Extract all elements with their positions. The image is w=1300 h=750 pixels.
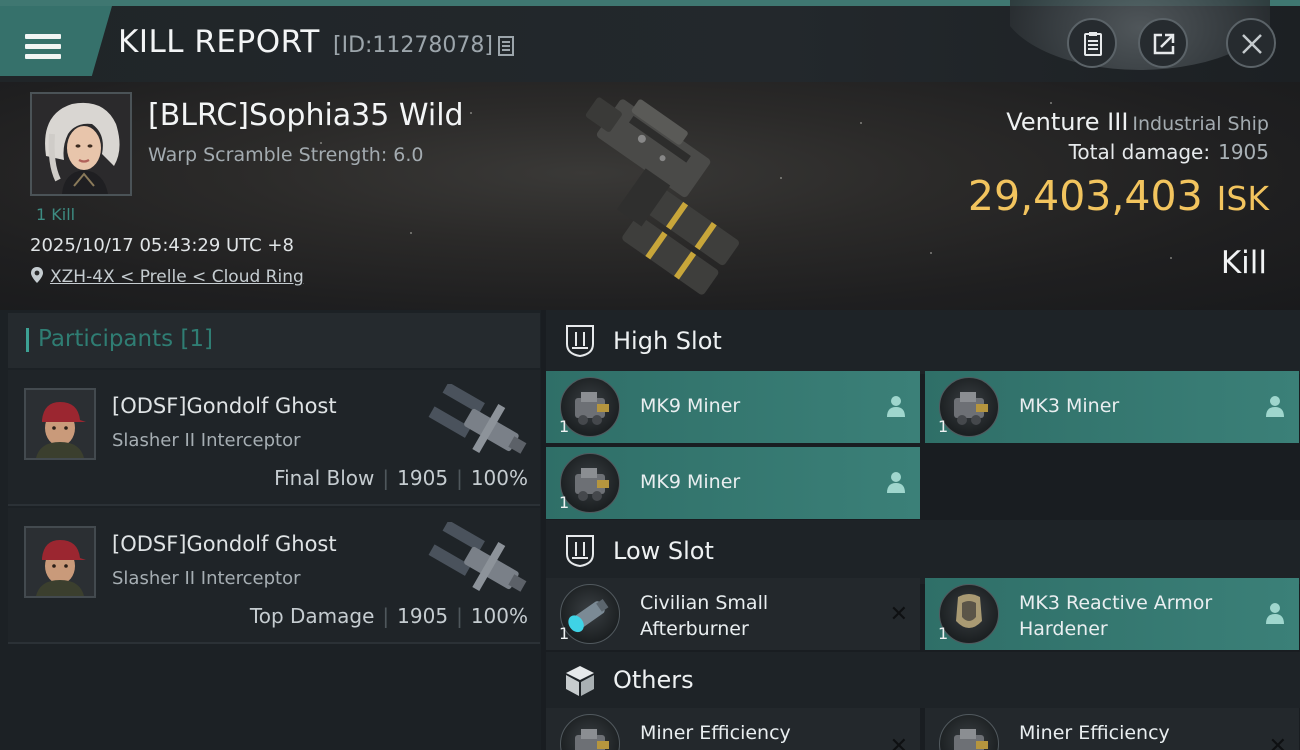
pilot-name: [ODSF]Gondolf Ghost bbox=[112, 394, 337, 418]
report-id: [ID:11278078] bbox=[333, 33, 493, 58]
module-slot[interactable]: 1 Civilian Small Afterburner ✕ bbox=[546, 578, 920, 650]
close-icon bbox=[1242, 34, 1262, 54]
isk-amount: 29,403,403 bbox=[967, 172, 1203, 220]
destroyed-x-icon: ✕ bbox=[1268, 734, 1287, 750]
participants-title: Participants [1] bbox=[38, 326, 213, 352]
module-name: Miner Efficiency bbox=[1019, 722, 1170, 744]
person-icon[interactable] bbox=[1265, 395, 1285, 417]
module-name: Miner Efficiency bbox=[640, 722, 791, 744]
pilot-avatar[interactable] bbox=[24, 388, 96, 460]
module-slot[interactable]: Miner Efficiency ✕ bbox=[546, 708, 920, 750]
kill-datetime: 2025/10/17 05:43:29 UTC +8 bbox=[30, 235, 294, 256]
module-name: MK9 Miner bbox=[640, 471, 741, 493]
total-damage-label: Total damage: bbox=[1068, 140, 1211, 164]
module-slot[interactable]: 1 MK9 Miner bbox=[546, 447, 920, 519]
person-icon[interactable] bbox=[886, 471, 906, 493]
module-name: MK9 Miner bbox=[640, 395, 741, 417]
victim-portrait[interactable] bbox=[30, 92, 132, 196]
victim-ship-name: Venture III Industrial Ship bbox=[1006, 108, 1269, 136]
interceptor-ship-icon bbox=[426, 382, 536, 464]
module-name: MK3 Miner bbox=[1019, 395, 1120, 417]
pilot-percent: 100% bbox=[470, 466, 528, 490]
clipboard-button[interactable] bbox=[1067, 18, 1117, 68]
isk-value: 29,403,403 ISK bbox=[968, 172, 1269, 220]
module-quantity: 1 bbox=[559, 417, 570, 436]
module-slot[interactable]: 1 MK3 Miner bbox=[925, 371, 1299, 443]
miner-module-icon bbox=[939, 714, 999, 750]
module-slot[interactable]: 1 MK3 Reactive Armor Hardener bbox=[925, 578, 1299, 650]
module-name: MK3 Reactive Armor Hardener bbox=[1019, 592, 1213, 640]
share-button[interactable] bbox=[1138, 18, 1188, 68]
participant-row[interactable]: [ODSF]Gondolf Ghost Slasher II Intercept… bbox=[8, 508, 540, 644]
participant-row[interactable]: [ODSF]Gondolf Ghost Slasher II Intercept… bbox=[8, 370, 540, 506]
isk-unit: ISK bbox=[1216, 179, 1269, 218]
person-icon[interactable] bbox=[1265, 602, 1285, 624]
victim-ship-image bbox=[530, 92, 770, 302]
others-title: Others bbox=[613, 666, 694, 694]
avatar bbox=[26, 390, 94, 458]
ship-class: Industrial Ship bbox=[1132, 113, 1269, 135]
miner-module-icon bbox=[560, 714, 620, 750]
close-button[interactable] bbox=[1226, 18, 1276, 68]
module-quantity: 1 bbox=[559, 493, 570, 512]
module-slot[interactable]: Miner Efficiency ✕ bbox=[925, 708, 1299, 750]
low-slot-title: Low Slot bbox=[613, 537, 714, 565]
interceptor-ship-icon bbox=[426, 520, 536, 602]
person-icon[interactable] bbox=[886, 395, 906, 417]
pilot-ship: Slasher II Interceptor bbox=[112, 568, 301, 589]
participants-count: [1] bbox=[180, 326, 214, 352]
pilot-name: [ODSF]Gondolf Ghost bbox=[112, 532, 337, 556]
pilot-avatar[interactable] bbox=[24, 526, 96, 598]
low-slot-header: Low Slot bbox=[546, 520, 1300, 584]
destroyed-x-icon: ✕ bbox=[889, 602, 908, 627]
ship-model: Venture III bbox=[1006, 108, 1129, 136]
cube-icon bbox=[564, 664, 596, 698]
pilot-percent: 100% bbox=[470, 604, 528, 628]
total-damage-value: 1905 bbox=[1218, 140, 1269, 164]
high-slot-icon bbox=[564, 324, 596, 358]
module-quantity: 1 bbox=[938, 417, 949, 436]
pilot-damage: 1905 bbox=[397, 604, 449, 628]
high-slot-header: High Slot bbox=[546, 310, 1300, 374]
pilot-role: Top Damage bbox=[249, 604, 375, 628]
high-slot-title: High Slot bbox=[613, 327, 722, 355]
victim-kill-count: 1 Kill bbox=[36, 205, 76, 224]
participants-label: Participants bbox=[38, 326, 174, 352]
share-icon bbox=[1153, 33, 1175, 55]
module-slot[interactable]: 1 MK9 Miner bbox=[546, 371, 920, 443]
low-slot-icon bbox=[564, 534, 596, 568]
pilot-stats: Final Blow | 1905 | 100% bbox=[274, 466, 528, 490]
copy-id-icon[interactable] bbox=[498, 36, 514, 56]
location-pin-icon bbox=[31, 267, 43, 283]
others-header: Others bbox=[546, 652, 1300, 708]
module-quantity: 1 bbox=[938, 624, 949, 643]
page-title: KILL REPORT bbox=[118, 24, 320, 60]
location-text: XZH-4X < Prelle < Cloud Ring bbox=[50, 267, 304, 287]
avatar bbox=[26, 528, 94, 596]
hamburger-icon bbox=[25, 34, 61, 59]
pilot-ship: Slasher II Interceptor bbox=[112, 430, 301, 451]
clipboard-icon bbox=[1084, 32, 1102, 56]
total-damage: Total damage: 1905 bbox=[1069, 140, 1269, 164]
pilot-damage: 1905 bbox=[397, 466, 449, 490]
kill-location-link[interactable]: XZH-4X < Prelle < Cloud Ring bbox=[30, 266, 304, 287]
pilot-role: Final Blow bbox=[274, 466, 375, 490]
participants-accent-bar bbox=[26, 328, 29, 352]
pilot-stats: Top Damage | 1905 | 100% bbox=[249, 604, 528, 628]
kill-outcome: Kill bbox=[1220, 245, 1267, 281]
destroyed-x-icon: ✕ bbox=[889, 734, 908, 750]
avatar bbox=[32, 94, 130, 194]
warp-scramble-strength: Warp Scramble Strength: 6.0 bbox=[148, 144, 424, 166]
module-quantity: 1 bbox=[559, 624, 570, 643]
victim-name: [BLRC]Sophia35 Wild bbox=[148, 98, 464, 133]
module-name: Civilian Small Afterburner bbox=[640, 592, 769, 640]
